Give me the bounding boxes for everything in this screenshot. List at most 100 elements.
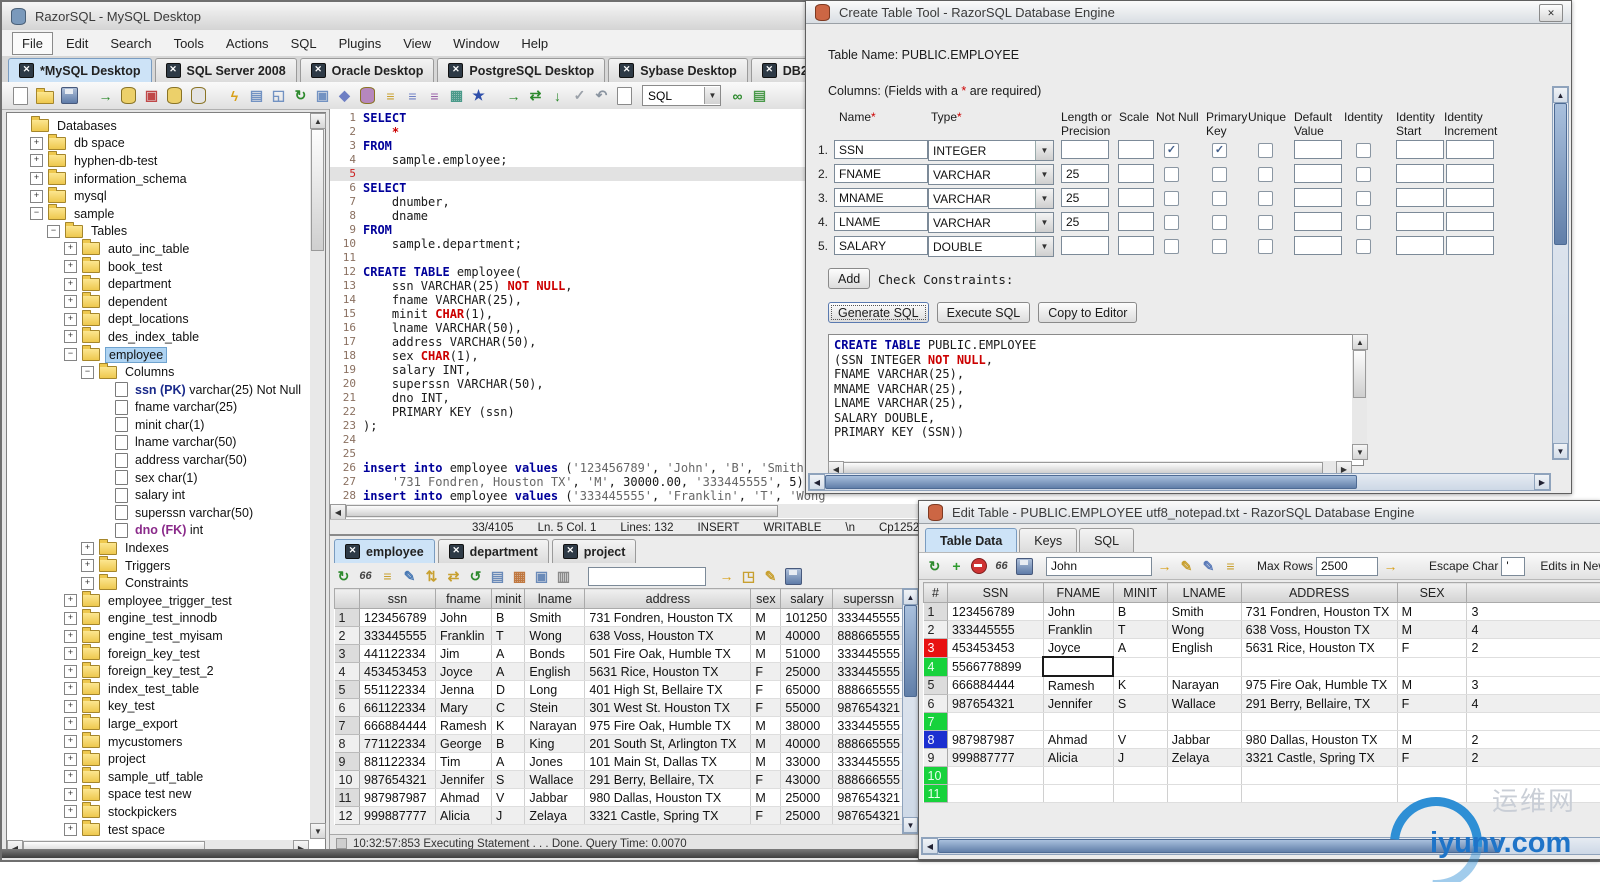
copy-editor-icon[interactable]	[617, 86, 632, 105]
cell[interactable]: 771122334	[359, 734, 436, 753]
column-type-select[interactable]: VARCHAR ▼	[928, 164, 1054, 185]
tree-item-sample[interactable]: − sample	[7, 204, 309, 223]
menu-window[interactable]: Window	[444, 33, 508, 54]
tree-vscrollbar[interactable]: ▲ ▼	[310, 113, 326, 839]
cell[interactable]: 40000	[780, 626, 834, 645]
cell[interactable]	[1042, 656, 1115, 677]
cell[interactable]: 33000	[780, 752, 834, 771]
sort-results-icon[interactable]: ⇅	[422, 567, 441, 586]
close-tab-icon[interactable]: ✕	[345, 544, 360, 559]
cell[interactable]: Ramesh	[435, 716, 492, 735]
identity-start-input[interactable]	[1396, 212, 1444, 231]
row-number[interactable]: 9	[923, 748, 948, 767]
unique-checkbox[interactable]	[1258, 143, 1273, 158]
tree-item-minit-char-1-[interactable]: minit char(1)	[7, 416, 309, 434]
expand-icon[interactable]: +	[64, 664, 77, 678]
cell[interactable]	[1397, 657, 1468, 677]
tree-item-triggers[interactable]: + Triggers	[7, 556, 309, 575]
cell[interactable]: 888665555	[832, 626, 905, 645]
row-number[interactable]: 1	[334, 608, 360, 627]
create-table-titlebar[interactable]: Create Table Tool - RazorSQL Database En…	[806, 1, 1571, 24]
cell[interactable]: 25000	[780, 806, 834, 825]
identity-checkbox[interactable]	[1356, 191, 1371, 206]
cell[interactable]: Mary	[435, 698, 492, 717]
cell[interactable]: 2	[1466, 638, 1600, 658]
cell[interactable]: Jabbar	[1167, 730, 1242, 749]
cell[interactable]: 333445555	[947, 620, 1044, 639]
cell[interactable]: A	[491, 752, 526, 771]
row-number[interactable]: 4	[923, 657, 948, 677]
cell[interactable]: John	[1043, 602, 1114, 621]
tree-item-project[interactable]: + project	[7, 749, 309, 768]
collapse-icon[interactable]: −	[30, 207, 43, 221]
tree-item-indexes[interactable]: + Indexes	[7, 538, 309, 557]
default-value-input[interactable]	[1294, 140, 1342, 159]
results-header-minit[interactable]: minit	[490, 588, 526, 609]
cell[interactable]: Jim	[435, 644, 492, 663]
scroll-up-icon[interactable]: ▲	[903, 589, 918, 605]
edit-header-num[interactable]: #	[923, 582, 948, 603]
row-number[interactable]: 3	[923, 638, 948, 658]
cell[interactable]: 3321 Castle, Spring TX	[584, 806, 752, 825]
cell[interactable]: F	[1397, 694, 1468, 713]
close-tab-icon[interactable]: ✕	[310, 63, 326, 78]
identity-increment-input[interactable]	[1446, 236, 1494, 255]
editor-hscrollbar[interactable]: ◀	[330, 504, 920, 520]
cell[interactable]: T	[1113, 620, 1168, 639]
primary-key-checkbox[interactable]	[1212, 215, 1227, 230]
highlight-cell-icon[interactable]: ✎	[1177, 557, 1196, 576]
unique-checkbox[interactable]	[1258, 239, 1273, 254]
new-file-icon[interactable]	[13, 86, 28, 105]
sql-mode-dropdown[interactable]: SQL ▼	[642, 85, 721, 106]
cell[interactable]: V	[1113, 730, 1168, 749]
tree-item-auto_inc_table[interactable]: + auto_inc_table	[7, 239, 309, 258]
cell[interactable]: 5631 Rice, Houston TX	[584, 662, 752, 681]
cell[interactable]: 401 High St, Bellaire TX	[584, 680, 752, 699]
cell[interactable]	[1397, 712, 1468, 731]
expand-icon[interactable]: +	[64, 277, 77, 291]
tree-item-varchar-25-not-null[interactable]: ssn (PK) varchar(25) Not Null	[7, 381, 309, 399]
row-number[interactable]: 10	[923, 766, 948, 785]
expand-icon[interactable]: +	[81, 559, 94, 573]
collapse-icon[interactable]: −	[64, 348, 77, 362]
tree-item-columns[interactable]: − Columns	[7, 362, 309, 381]
tab-sql[interactable]: SQL	[1079, 528, 1135, 552]
cell[interactable]: M	[1397, 602, 1468, 621]
table-search-input[interactable]: John	[1046, 556, 1152, 576]
expand-icon[interactable]: +	[64, 735, 77, 749]
cell[interactable]: Wallace	[524, 770, 586, 789]
cell[interactable]	[1113, 712, 1168, 731]
create-window-hscrollbar[interactable]: ◀ ▶	[808, 473, 1551, 491]
row-number[interactable]: 10	[334, 770, 360, 789]
cell[interactable]: 888665555	[832, 734, 905, 753]
row-number[interactable]: 2	[334, 626, 360, 645]
cell[interactable]	[1466, 657, 1600, 677]
row-number[interactable]: 8	[334, 734, 360, 753]
cell[interactable]: 301 West St. Houston TX	[584, 698, 752, 717]
cell[interactable]	[1397, 784, 1468, 803]
search-in-file-icon[interactable]: ◱	[269, 86, 288, 105]
cell[interactable]: 987987987	[947, 730, 1044, 749]
length-input[interactable]: 25	[1061, 212, 1109, 231]
cell[interactable]: 333445555	[359, 626, 436, 645]
cell[interactable]	[1397, 766, 1468, 785]
close-tab-icon[interactable]: ✕	[619, 63, 635, 78]
results-header-superssn[interactable]: superssn	[832, 588, 905, 609]
edit-row[interactable]: 3 453453453 Joyce A English 5631 Rice, Housto…	[923, 638, 1600, 658]
generate-sql-button[interactable]: Generate SQL	[828, 302, 929, 323]
create-window-hscroll-thumb[interactable]	[825, 475, 1357, 489]
editor-hscroll-thumb[interactable]	[346, 505, 778, 517]
filter-table-icon[interactable]: ≡	[1221, 557, 1240, 576]
view-row-icon[interactable]: 66	[992, 557, 1011, 576]
identity-start-input[interactable]	[1396, 164, 1444, 183]
tree-item-lname-varchar-50-[interactable]: lname varchar(50)	[7, 434, 309, 452]
cell[interactable]: M	[750, 608, 782, 627]
tree-item-mycustomers[interactable]: + mycustomers	[7, 732, 309, 751]
menu-search[interactable]: Search	[101, 33, 160, 54]
cell[interactable]: 975 Fire Oak, Humble TX	[1241, 676, 1398, 695]
column-name-input[interactable]: FNAME	[834, 164, 928, 183]
cell[interactable]: 123456789	[359, 608, 436, 627]
row-number[interactable]: 1	[923, 602, 948, 621]
tab-table-data[interactable]: Table Data	[925, 528, 1018, 552]
cell[interactable]: Jones	[524, 752, 586, 771]
